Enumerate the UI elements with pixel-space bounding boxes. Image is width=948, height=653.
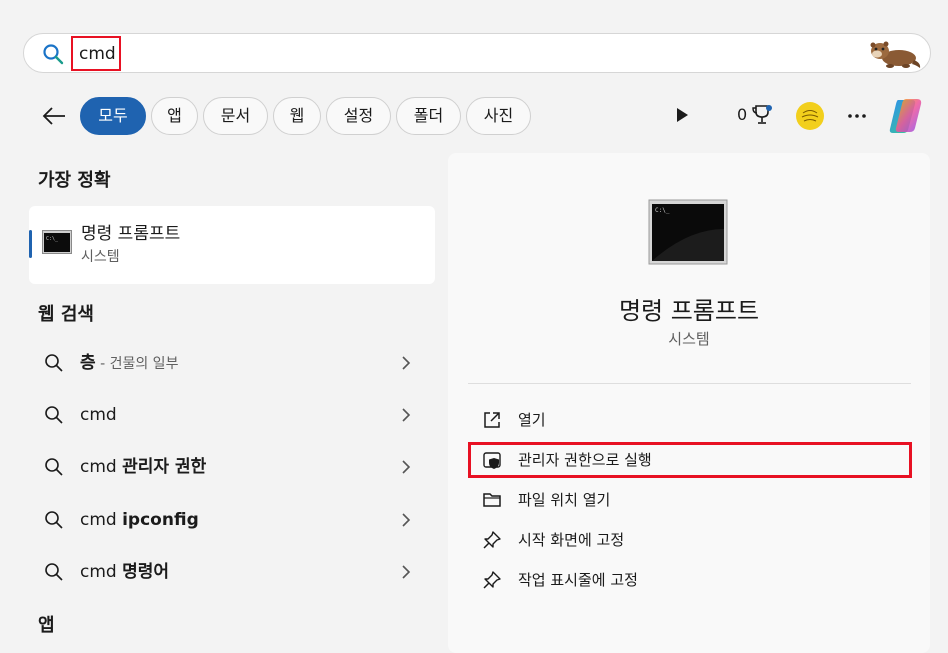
filter-apps[interactable]: 앱 — [151, 97, 198, 135]
command-prompt-icon: C:\_ — [648, 199, 728, 265]
filter-folders[interactable]: 폴더 — [396, 97, 461, 135]
copilot-icon[interactable] — [886, 96, 926, 136]
filter-photos[interactable]: 사진 — [466, 97, 531, 135]
back-arrow-icon[interactable] — [40, 103, 68, 129]
trophy-icon[interactable] — [752, 104, 772, 126]
pin-icon — [483, 571, 501, 589]
play-icon[interactable] — [674, 106, 690, 124]
command-prompt-icon: C:\_ — [42, 230, 72, 254]
search-input[interactable]: cmd — [71, 36, 121, 71]
filter-web[interactable]: 웹 — [273, 97, 321, 135]
svg-text:C:\_: C:\_ — [655, 207, 670, 214]
web-search-item-text: 층 - 건물의 일부 — [80, 353, 179, 373]
web-search-item[interactable]: 층 - 건물의 일부 — [30, 340, 435, 386]
filter-documents[interactable]: 문서 — [203, 97, 268, 135]
search-icon — [45, 511, 63, 529]
open-action[interactable]: 열기 — [468, 402, 912, 438]
action-label: 열기 — [518, 411, 546, 429]
web-search-item-text: cmd 관리자 권한 — [80, 457, 207, 477]
search-icon — [45, 354, 63, 372]
chevron-right-icon[interactable] — [400, 355, 412, 371]
filter-settings[interactable]: 설정 — [326, 97, 391, 135]
web-search-heading: 웹 검색 — [38, 304, 94, 325]
ellipsis-icon — [848, 114, 866, 118]
detail-subtitle: 시스템 — [668, 330, 710, 348]
search-box[interactable] — [23, 33, 931, 73]
best-match-subtitle: 시스템 — [81, 249, 120, 265]
action-label: 파일 위치 열기 — [518, 491, 611, 509]
pin-to-start-action[interactable]: 시작 화면에 고정 — [468, 522, 912, 558]
apps-heading: 앱 — [38, 615, 55, 636]
more-options-icon[interactable] — [845, 106, 869, 126]
folder-icon — [483, 493, 501, 507]
open-file-location-action[interactable]: 파일 위치 열기 — [468, 482, 912, 518]
web-search-item-text: cmd 명령어 — [80, 562, 170, 582]
rewards-badge-art — [801, 110, 819, 122]
run-as-admin-action[interactable]: 관리자 권한으로 실행 — [468, 442, 912, 478]
search-icon — [43, 44, 64, 65]
rewards-points: 0 — [737, 105, 748, 124]
rewards-badge[interactable] — [796, 102, 824, 130]
action-label: 작업 표시줄에 고정 — [518, 571, 638, 589]
svg-text:C:\_: C:\_ — [46, 236, 59, 242]
web-search-item-text: cmd — [80, 405, 117, 425]
search-icon — [45, 406, 63, 424]
chevron-right-icon[interactable] — [400, 564, 412, 580]
web-search-item[interactable]: cmd — [30, 392, 435, 438]
chevron-right-icon[interactable] — [400, 407, 412, 423]
search-icon — [45, 458, 63, 476]
action-label: 시작 화면에 고정 — [518, 531, 625, 549]
divider — [468, 383, 911, 384]
web-search-item[interactable]: cmd 관리자 권한 — [30, 444, 435, 490]
web-search-item[interactable]: cmd 명령어 — [30, 549, 435, 595]
detail-title: 명령 프롬프트 — [618, 297, 760, 325]
pin-to-taskbar-action[interactable]: 작업 표시줄에 고정 — [468, 562, 912, 598]
filter-all[interactable]: 모두 — [80, 97, 146, 135]
selection-indicator — [29, 230, 32, 258]
web-search-item-text: cmd ipconfig — [80, 510, 199, 530]
otter-doodle-icon — [870, 41, 921, 68]
web-search-item[interactable]: cmd ipconfig — [30, 497, 435, 543]
chevron-right-icon[interactable] — [400, 512, 412, 528]
shield-icon — [483, 452, 501, 469]
action-label: 관리자 권한으로 실행 — [518, 451, 652, 469]
pin-icon — [483, 531, 501, 549]
open-external-icon — [484, 412, 500, 428]
best-match-heading: 가장 정확 — [38, 170, 111, 191]
chevron-right-icon[interactable] — [400, 459, 412, 475]
best-match-card[interactable] — [29, 206, 435, 284]
best-match-title: 명령 프롬프트 — [81, 224, 181, 244]
search-icon — [45, 563, 63, 581]
